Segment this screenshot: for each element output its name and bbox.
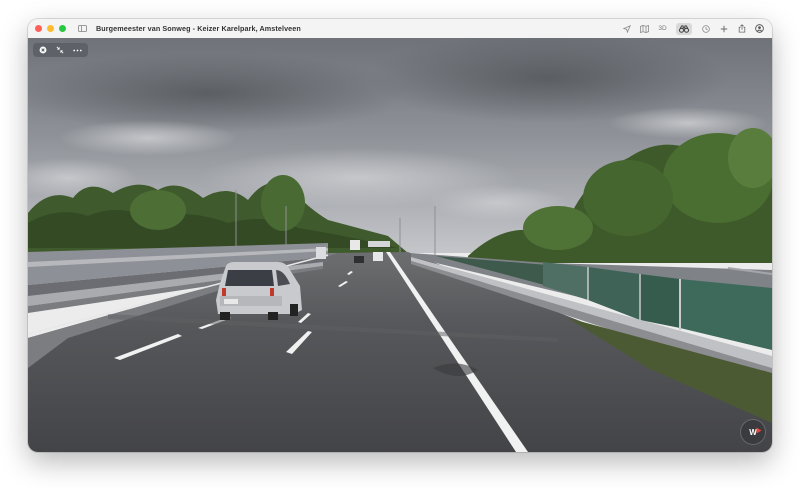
more-icon[interactable]: [73, 49, 82, 52]
title-bar: Burgemeester van Sonweg - Keizer Karelpa…: [28, 19, 772, 39]
sidebar-toggle-icon[interactable]: [78, 25, 87, 32]
white-van: [216, 262, 302, 320]
map-icon[interactable]: [640, 23, 649, 35]
3d-button[interactable]: 3D: [658, 23, 667, 35]
share-icon[interactable]: [737, 23, 746, 35]
zoom-window-button[interactable]: [59, 25, 66, 32]
account-icon[interactable]: [755, 23, 764, 35]
distant-car: [354, 256, 364, 263]
close-window-button[interactable]: [35, 25, 42, 32]
binoculars-icon[interactable]: [676, 22, 692, 35]
collapse-icon[interactable]: [56, 46, 64, 54]
look-around-view[interactable]: W: [28, 38, 772, 452]
distant-van: [373, 252, 383, 261]
toolbar: 3D: [622, 19, 764, 38]
location-arrow-icon[interactable]: [622, 23, 631, 35]
maps-window: Burgemeester van Sonweg - Keizer Karelpa…: [28, 19, 772, 452]
plus-icon[interactable]: [719, 23, 728, 35]
close-icon[interactable]: [39, 46, 47, 54]
window-title: Burgemeester van Sonweg - Keizer Karelpa…: [96, 24, 301, 33]
minimize-window-button[interactable]: [47, 25, 54, 32]
compass-needle-icon: [756, 427, 762, 434]
clock-icon[interactable]: [701, 23, 710, 35]
window-controls: [35, 25, 66, 32]
look-around-controls: [33, 43, 88, 57]
compass[interactable]: W: [741, 420, 765, 444]
